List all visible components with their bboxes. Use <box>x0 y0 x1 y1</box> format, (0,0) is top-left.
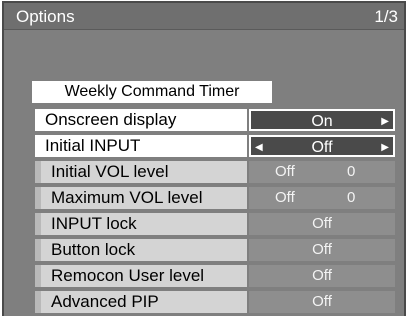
row-remocon-user-level[interactable]: Remocon User level Off <box>35 265 395 287</box>
onscreen-display-value[interactable]: On ▶ <box>249 109 395 131</box>
row-maximum-vol-level[interactable]: Maximum VOL level Off 0 <box>35 187 395 209</box>
advanced-pip-value[interactable]: Off <box>249 291 395 313</box>
row-button-lock[interactable]: Button lock Off <box>35 239 395 261</box>
advanced-pip-label: Advanced PIP <box>35 291 247 313</box>
weekly-command-timer-button[interactable]: Weekly Command Timer <box>32 81 272 103</box>
onscreen-display-label: Onscreen display <box>35 109 247 131</box>
menu-title-bar: Options 1/3 <box>4 3 404 30</box>
arrow-right-icon[interactable]: ▶ <box>381 137 389 159</box>
remocon-user-level-label: Remocon User level <box>35 265 247 287</box>
initial-input-value[interactable]: ◀ Off ▶ <box>249 135 395 157</box>
row-onscreen-display[interactable]: Onscreen display On ▶ <box>35 109 395 131</box>
row-initial-vol-level[interactable]: Initial VOL level Off 0 <box>35 161 395 183</box>
row-advanced-pip[interactable]: Advanced PIP Off <box>35 291 395 313</box>
maximum-vol-level-value[interactable]: Off 0 <box>249 187 395 209</box>
page-indicator: 1/3 <box>374 7 398 26</box>
input-lock-value[interactable]: Off <box>249 213 395 235</box>
menu-title: Options <box>16 7 75 26</box>
options-menu: Options 1/3 Weekly Command Timer Onscree… <box>2 1 406 316</box>
arrow-right-icon[interactable]: ▶ <box>381 111 389 133</box>
initial-input-label: Initial INPUT <box>35 135 247 157</box>
input-lock-label: INPUT lock <box>35 213 247 235</box>
remocon-user-level-value[interactable]: Off <box>249 265 395 287</box>
row-input-lock[interactable]: INPUT lock Off <box>35 213 395 235</box>
button-lock-value[interactable]: Off <box>249 239 395 261</box>
initial-vol-level-label: Initial VOL level <box>35 161 247 183</box>
maximum-vol-level-label: Maximum VOL level <box>35 187 247 209</box>
initial-vol-level-value[interactable]: Off 0 <box>249 161 395 183</box>
button-lock-label: Button lock <box>35 239 247 261</box>
row-initial-input[interactable]: Initial INPUT ◀ Off ▶ <box>35 135 395 157</box>
